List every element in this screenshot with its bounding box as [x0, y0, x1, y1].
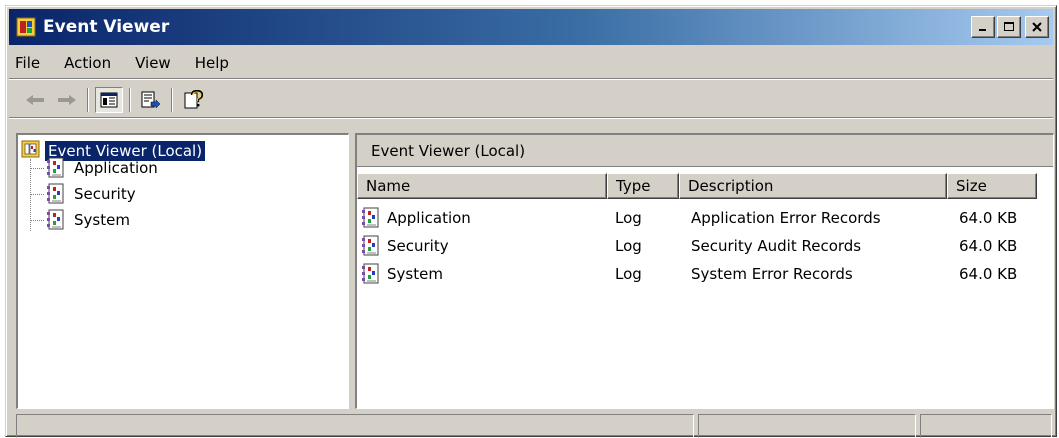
- tree-connector: [30, 194, 44, 195]
- forward-button[interactable]: [53, 87, 81, 113]
- column-header-description[interactable]: Description: [679, 173, 947, 199]
- cell-size: 64.0 KB: [959, 265, 1018, 283]
- event-viewer-window: Event Viewer File Action View Help Event…: [5, 5, 1057, 438]
- minimize-button[interactable]: [971, 16, 995, 38]
- event-log-icon: [46, 157, 66, 179]
- export-list-button[interactable]: [137, 87, 165, 113]
- column-header-name[interactable]: Name: [357, 173, 607, 199]
- tree-connector: [30, 220, 44, 221]
- minimize-icon: [979, 29, 986, 31]
- cell-name: Application: [387, 209, 471, 227]
- event-log-icon: [46, 209, 66, 231]
- event-log-icon: [361, 207, 381, 229]
- help-icon: [184, 89, 203, 108]
- tree-item-label: Security: [74, 185, 136, 203]
- column-headers: Name Type Description Size: [357, 173, 1053, 201]
- forward-icon: [58, 94, 76, 105]
- event-log-icon: [361, 235, 381, 257]
- maximize-button[interactable]: [997, 16, 1021, 38]
- maximize-icon: [1004, 22, 1014, 31]
- cell-name: System: [387, 265, 443, 283]
- export-list-icon: [141, 91, 161, 109]
- tree-item-label: System: [74, 211, 130, 229]
- menu-view[interactable]: View: [135, 54, 171, 72]
- details-pane-header: Event Viewer (Local): [357, 135, 1053, 167]
- column-header-type[interactable]: Type: [607, 173, 679, 199]
- back-button[interactable]: [21, 87, 49, 113]
- toolbar-separator: [171, 87, 173, 112]
- show-hide-tree-icon: [100, 92, 118, 107]
- back-icon: [26, 94, 44, 105]
- log-list: Application Log Application Error Record…: [357, 205, 1053, 289]
- cell-type: Log: [615, 209, 642, 227]
- cell-description: Security Audit Records: [691, 237, 862, 255]
- status-panel-2: [698, 414, 916, 438]
- tree-connector: [30, 168, 44, 169]
- event-log-icon: [361, 263, 381, 285]
- cell-size: 64.0 KB: [959, 209, 1018, 227]
- cell-type: Log: [615, 265, 642, 283]
- tree-item-label: Application: [74, 159, 158, 177]
- toolbar-separator: [129, 87, 131, 112]
- event-viewer-icon: [15, 16, 37, 38]
- table-row[interactable]: Application Log Application Error Record…: [357, 205, 1053, 233]
- show-hide-tree-button[interactable]: [95, 86, 123, 113]
- toolbar: [9, 82, 1053, 118]
- tree-item-system[interactable]: System: [46, 209, 130, 231]
- cell-description: System Error Records: [691, 265, 853, 283]
- column-header-size[interactable]: Size: [947, 173, 1037, 199]
- cell-size: 64.0 KB: [959, 237, 1018, 255]
- status-panel-main: [16, 414, 694, 438]
- cell-description: Application Error Records: [691, 209, 881, 227]
- close-button[interactable]: [1025, 16, 1049, 38]
- tree-pane[interactable]: Event Viewer (Local) Application Securit…: [16, 133, 349, 409]
- menu-help[interactable]: Help: [195, 54, 229, 72]
- event-log-icon: [46, 183, 66, 205]
- details-pane[interactable]: Event Viewer (Local) Name Type Descripti…: [355, 133, 1054, 409]
- menu-bar: File Action View Help: [9, 47, 1053, 79]
- status-bar: [16, 414, 1053, 438]
- toolbar-separator: [87, 87, 89, 112]
- table-row[interactable]: System Log System Error Records 64.0 KB: [357, 261, 1053, 289]
- table-row[interactable]: Security Log Security Audit Records 64.0…: [357, 233, 1053, 261]
- tree-item-application[interactable]: Application: [46, 157, 158, 179]
- menu-file[interactable]: File: [15, 54, 40, 72]
- tree-item-security[interactable]: Security: [46, 183, 136, 205]
- title-bar[interactable]: Event Viewer: [9, 9, 1053, 45]
- status-panel-3: [920, 414, 1052, 438]
- window-title: Event Viewer: [43, 17, 170, 37]
- menu-action[interactable]: Action: [64, 54, 111, 72]
- close-icon: [1032, 22, 1042, 32]
- cell-name: Security: [387, 237, 449, 255]
- help-button[interactable]: [179, 87, 207, 113]
- cell-type: Log: [615, 237, 642, 255]
